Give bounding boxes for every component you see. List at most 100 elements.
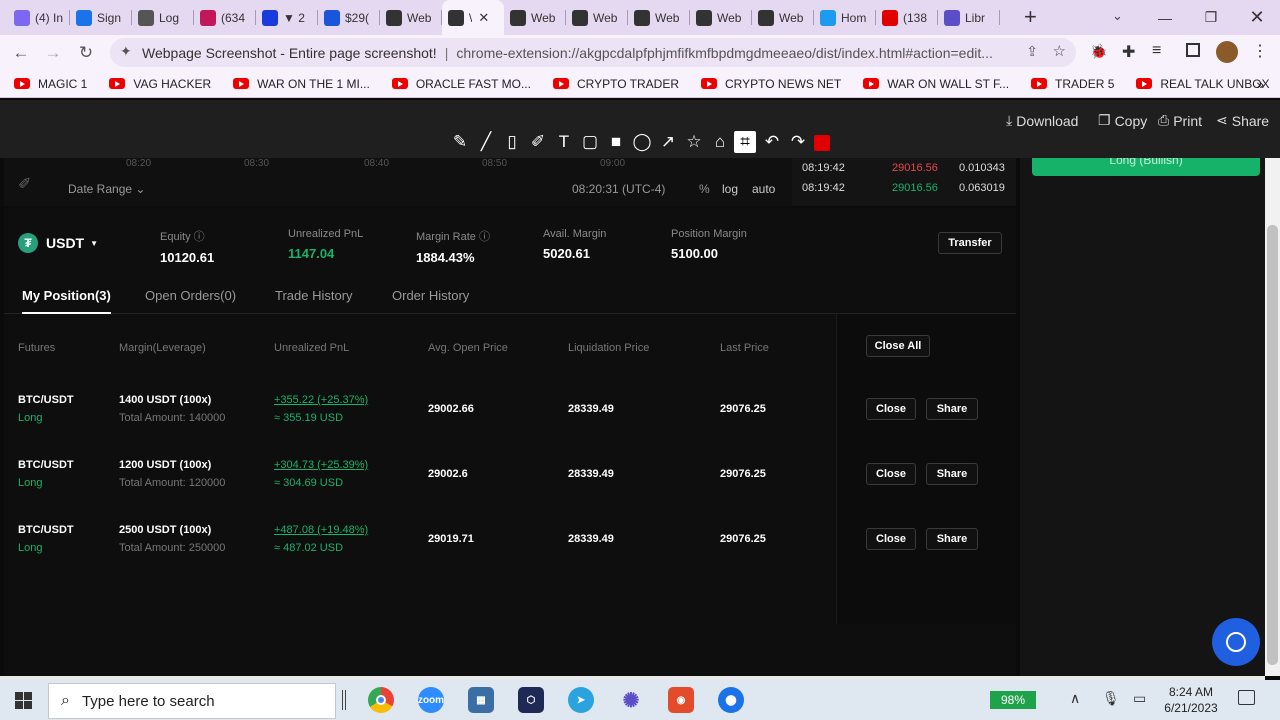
task-view-icon[interactable]	[342, 690, 346, 710]
close-position-button[interactable]: Close	[866, 463, 916, 485]
pnl-cell[interactable]: +304.73 (+25.39%)	[274, 459, 368, 471]
pnl-cell[interactable]: +355.22 (+25.37%)	[274, 394, 368, 406]
date-range-dropdown[interactable]: Date Range ⌄	[68, 182, 145, 196]
scrollbar-thumb[interactable]	[1267, 225, 1278, 665]
arrow-tool-icon[interactable]: ↗	[657, 131, 679, 153]
tab-my-position[interactable]: My Position(3)	[22, 288, 111, 314]
share-button[interactable]: ⋖ Share	[1216, 112, 1269, 129]
undo-icon[interactable]: ↶	[761, 131, 783, 153]
zoom-app-icon[interactable]: zoom	[418, 687, 444, 713]
share-position-button[interactable]: Share	[926, 463, 978, 485]
text-tool-icon[interactable]: T	[553, 131, 575, 153]
browser-tab[interactable]: Web	[752, 0, 814, 35]
bookmark-item[interactable]: CRYPTO NEWS NET	[701, 77, 841, 91]
bookmark-item[interactable]: MAGIC 1	[14, 77, 87, 91]
star-tool-icon[interactable]: ☆	[683, 131, 705, 153]
forward-icon[interactable]: →	[42, 42, 64, 64]
media-control-icon[interactable]: ≡	[1152, 42, 1161, 60]
browser-tab[interactable]: Web	[628, 0, 690, 35]
browser-tab[interactable]: (4) In	[8, 0, 70, 35]
back-icon[interactable]: ←	[10, 42, 32, 64]
browser-tab[interactable]: Hom	[814, 0, 876, 35]
telegram-app-icon[interactable]: ➤	[568, 687, 594, 713]
browser-tab[interactable]: \ ✕	[442, 0, 504, 35]
log-scale-toggle[interactable]: log	[722, 182, 738, 196]
reload-icon[interactable]: ↻	[75, 42, 97, 64]
pnl-cell[interactable]: +487.08 (+19.48%)	[274, 524, 368, 536]
bookmark-item[interactable]: WAR ON WALL ST F...	[863, 77, 1009, 91]
share-position-button[interactable]: Share	[926, 528, 978, 550]
close-window-button[interactable]: ✕	[1234, 0, 1280, 35]
close-position-button[interactable]: Close	[866, 528, 916, 550]
network-icon[interactable]: ▭	[1133, 690, 1146, 707]
bookmark-star-icon[interactable]: ☆	[1053, 42, 1066, 60]
browser-tab[interactable]: Sign	[70, 0, 132, 35]
windows-start-icon[interactable]	[15, 692, 32, 709]
pair-cell[interactable]: BTC/USDT	[18, 459, 74, 471]
color-picker[interactable]	[814, 135, 830, 151]
circle-tool-icon[interactable]: ◯	[631, 131, 653, 153]
maps-app-icon[interactable]: ⬤	[718, 687, 744, 713]
tab-search-icon[interactable]: ⌄	[1112, 8, 1123, 24]
brush-tool-icon[interactable]: ✐	[527, 131, 549, 153]
pair-cell[interactable]: BTC/USDT	[18, 524, 74, 536]
browser-tab[interactable]: ▼ 2	[256, 0, 318, 35]
highlighter-icon[interactable]: ✎	[449, 131, 471, 153]
ruler-icon[interactable]: ✐	[18, 174, 31, 194]
home-icon[interactable]: ⌂	[709, 131, 731, 153]
pair-cell[interactable]: BTC/USDT	[18, 394, 74, 406]
tab-open-orders[interactable]: Open Orders(0)	[145, 288, 236, 303]
bookmarks-overflow-icon[interactable]: »	[1256, 76, 1264, 92]
rectangle-filled-icon[interactable]: ■	[605, 131, 627, 153]
recorder-app-icon[interactable]: ◉	[668, 687, 694, 713]
tab-order-history[interactable]: Order History	[392, 288, 469, 303]
restore-button[interactable]: ❐	[1188, 0, 1234, 35]
share-page-icon[interactable]: ⇪	[1026, 43, 1038, 60]
tray-overflow-icon[interactable]: ∧	[1070, 690, 1080, 707]
chat-support-button[interactable]	[1212, 618, 1260, 666]
long-bullish-button[interactable]: Long (Bullish)	[1032, 158, 1260, 176]
bookmark-item[interactable]: VAG HACKER	[109, 77, 211, 91]
notifications-icon[interactable]	[1238, 690, 1255, 705]
gear-app-icon[interactable]: ✺	[618, 687, 644, 713]
bookmark-item[interactable]: ORACLE FAST MO...	[391, 77, 531, 91]
taskbar-search[interactable]: ⌕ Type here to search	[48, 683, 336, 719]
line-tool-icon[interactable]: ╱	[475, 131, 497, 153]
chrome-app-icon[interactable]	[368, 687, 394, 713]
close-all-button[interactable]: Close All	[866, 335, 930, 357]
browser-tab[interactable]: (634	[194, 0, 256, 35]
download-button[interactable]: ⤓ Download	[1006, 112, 1078, 129]
browser-menu-icon[interactable]: ⋮	[1252, 41, 1268, 61]
browser-tab[interactable]: Web	[566, 0, 628, 35]
currency-selector[interactable]: ₮ USDT ▼	[18, 233, 98, 253]
close-tab-icon[interactable]: ✕	[478, 10, 489, 26]
bookmark-item[interactable]: CRYPTO TRADER	[552, 77, 679, 91]
minimize-button[interactable]: —	[1142, 0, 1188, 35]
app-icon-dark[interactable]: ⬡	[518, 687, 544, 713]
browser-tab[interactable]: Web	[690, 0, 752, 35]
browser-tab[interactable]: $29(	[318, 0, 380, 35]
calculator-app-icon[interactable]: ▦	[468, 687, 494, 713]
address-bar[interactable]: ✦ Webpage Screenshot - Entire page scree…	[110, 38, 1076, 67]
battery-indicator[interactable]: 98%	[990, 691, 1036, 709]
browser-tab[interactable]: Web	[504, 0, 566, 35]
browser-tab[interactable]: (138	[876, 0, 938, 35]
tab-trade-history[interactable]: Trade History	[275, 288, 353, 303]
close-position-button[interactable]: Close	[866, 398, 916, 420]
transfer-button[interactable]: Transfer	[938, 232, 1002, 254]
browser-tab[interactable]: Log	[132, 0, 194, 35]
profile-avatar[interactable]	[1216, 41, 1238, 63]
bookmark-item[interactable]: WAR ON THE 1 MI...	[233, 77, 370, 91]
system-clock[interactable]: 8:24 AM 6/21/2023	[1158, 684, 1224, 716]
info-icon[interactable]: ⓘ	[194, 231, 205, 243]
print-button[interactable]: ⎙ Print	[1158, 112, 1202, 129]
extensions-icon[interactable]: ✚	[1122, 42, 1135, 62]
redo-icon[interactable]: ↷	[787, 131, 809, 153]
crop-tool-icon[interactable]: ⌗	[734, 131, 756, 153]
new-tab-button[interactable]: +	[1024, 4, 1037, 30]
side-panel-icon[interactable]	[1186, 43, 1200, 57]
blur-tool-icon[interactable]: ▯	[501, 131, 523, 153]
info-icon[interactable]: ⓘ	[479, 231, 490, 243]
copy-button[interactable]: ❐ Copy	[1098, 112, 1147, 129]
bookmark-item[interactable]: TRADER 5	[1031, 77, 1114, 91]
